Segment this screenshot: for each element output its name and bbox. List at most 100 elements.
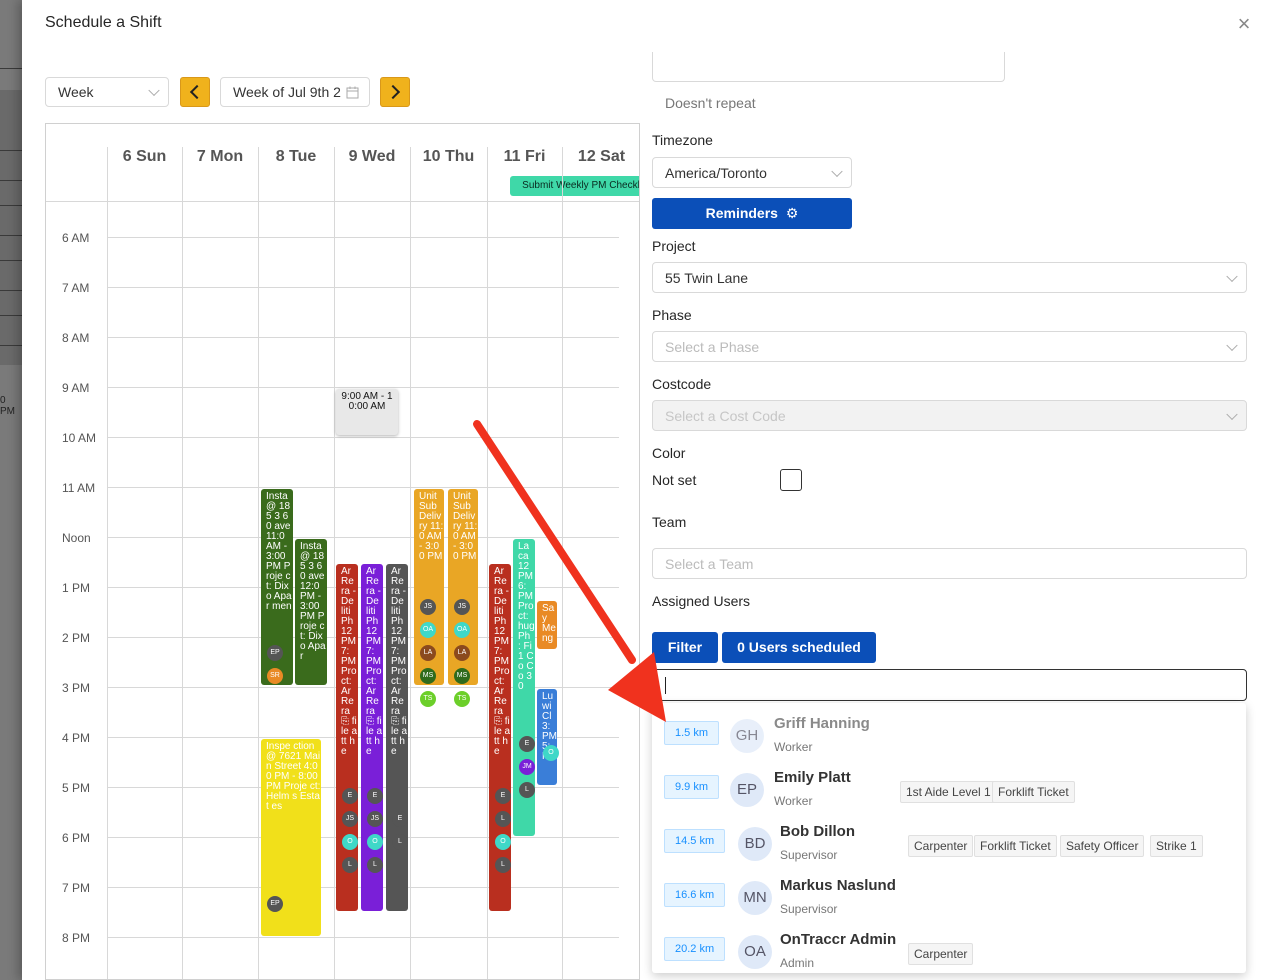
costcode-select[interactable]: Select a Cost Code	[652, 400, 1247, 431]
shift-event[interactable]: Insta @ 185 3 60 ave 12:0 PM - 3:00 PM P…	[295, 539, 327, 685]
avatar: GH	[730, 719, 764, 753]
shift-event-text: Insta @ 185 3 60 ave 11:0 AM - 3:00 PM P…	[266, 491, 292, 612]
avatar: TS	[454, 691, 470, 707]
filter-button[interactable]: Filter	[652, 632, 718, 663]
day-header[interactable]: 6 Sun	[107, 148, 182, 166]
avatar: O	[367, 834, 383, 850]
shift-event[interactable]: Sa y Me ng	[537, 601, 557, 649]
shift-event[interactable]: Lu wi Cl 3: PM 5: PM	[537, 689, 557, 785]
chevron-down-icon	[1226, 408, 1238, 420]
user-name: Emily Platt	[774, 769, 851, 786]
avatar: L	[495, 857, 511, 873]
hour-label: 11 AM	[62, 481, 96, 495]
hour-label: 7 PM	[62, 881, 91, 895]
repeat-select[interactable]	[652, 52, 1005, 82]
phase-select[interactable]: Select a Phase	[652, 331, 1247, 362]
shift-event-text: Sa y Me ng	[542, 603, 556, 644]
day-header[interactable]: 8 Tue	[258, 148, 334, 166]
hour-line	[107, 237, 619, 238]
timezone-label: Timezone	[652, 132, 713, 148]
color-swatch[interactable]	[780, 469, 802, 491]
hour-label: 1 PM	[62, 581, 91, 595]
avatar: O	[342, 834, 358, 850]
avatar: EP	[267, 896, 283, 912]
assigned-users-input[interactable]	[652, 669, 1247, 701]
avatar: SR	[267, 668, 283, 684]
prev-week-button[interactable]	[180, 77, 210, 107]
hour-line	[107, 287, 619, 288]
hour-line	[107, 537, 619, 538]
costcode-placeholder: Select a Cost Code	[665, 407, 786, 424]
day-column-divider	[182, 147, 183, 979]
shift-event[interactable]: 9:00 AM - 10:00 AM	[336, 389, 398, 435]
view-select[interactable]: Week	[45, 77, 169, 107]
hour-line	[107, 937, 619, 938]
avatar: JS	[454, 599, 470, 615]
avatar: E	[495, 788, 511, 804]
user-option[interactable]: 1.5 km GH Griff Hanning Worker	[652, 703, 1246, 757]
chevron-down-icon	[148, 84, 160, 97]
user-option[interactable]: 20.2 km OA OnTraccr Admin Admin Carpenter	[652, 919, 1246, 973]
day-header[interactable]: 9 Wed	[334, 148, 410, 166]
user-option[interactable]: 16.6 km MN Markus Naslund Supervisor	[652, 865, 1246, 919]
avatar: JM	[519, 759, 535, 775]
distance-badge: 9.9 km	[664, 775, 720, 799]
user-role: Supervisor	[780, 902, 838, 916]
hour-label: 7 AM	[62, 281, 90, 295]
distance-badge: 20.2 km	[664, 937, 726, 961]
avatar: O	[543, 745, 559, 761]
avatar: MS	[454, 668, 470, 684]
user-option[interactable]: 14.5 km BD Bob Dillon Supervisor Carpenter Fo…	[652, 811, 1246, 865]
user-role: Worker	[774, 740, 813, 754]
certification-tag: Strike 1	[1150, 835, 1203, 857]
certification-tag: Forklift Ticket	[974, 835, 1057, 857]
user-option[interactable]: 9.9 km EP Emily Platt Worker 1st Aide Level …	[652, 757, 1246, 811]
shift-event-text: Ar Re ra - De liti Ph 12 PM 7: PM Pro ct…	[494, 566, 511, 757]
avatar: BD	[738, 827, 772, 861]
avatar: E	[392, 811, 408, 827]
shift-event-text: La ca 12 PM 6: PM Pro ct: hug Ph : Fi 1 …	[518, 541, 535, 692]
team-select[interactable]: Select a Team	[652, 548, 1247, 579]
phase-placeholder: Select a Phase	[665, 338, 760, 355]
day-header[interactable]: 10 Thu	[410, 148, 487, 166]
avatar: E	[519, 736, 535, 752]
shift-event-text: Ar Re ra - De liti Ph 12 PM 7: PM Pro ct…	[391, 566, 408, 757]
next-week-button[interactable]	[380, 77, 410, 107]
team-label: Team	[652, 514, 687, 530]
avatar: JS	[342, 811, 358, 827]
color-label: Color	[652, 445, 686, 461]
avatar: LA	[420, 645, 436, 661]
shift-event-text: Unit Sub Deliv ry 11:0 AM - 3:00 PM	[453, 491, 478, 562]
avatar: L	[367, 857, 383, 873]
avatar: MN	[738, 881, 772, 915]
user-dropdown: 1.5 km GH Griff Hanning Worker 9.9 km EP Emily…	[652, 703, 1246, 973]
calendar-icon	[346, 86, 359, 99]
day-column-divider	[562, 147, 563, 979]
hour-label: 3 PM	[62, 681, 91, 695]
shift-event[interactable]: Ar Re ra - De liti Ph 12 PM 7: PM Pro ct…	[386, 564, 408, 911]
day-header[interactable]: 11 Fri	[487, 148, 562, 166]
reminders-label: Reminders	[705, 205, 778, 221]
hour-label: 4 PM	[62, 731, 91, 745]
shift-event-text: Inspe ction @ 7621 Main Street 4:00 PM -…	[266, 741, 321, 812]
day-column-divider	[487, 147, 488, 979]
week-picker[interactable]: Week of Jul 9th 2	[220, 77, 370, 107]
project-value: 55 Twin Lane	[665, 269, 749, 286]
hour-label: 2 PM	[62, 631, 91, 645]
avatar: O	[495, 834, 511, 850]
timezone-select[interactable]: America/Toronto	[652, 157, 852, 188]
chevron-down-icon	[1226, 270, 1238, 282]
avatar: L	[392, 834, 408, 850]
timezone-value: America/Toronto	[665, 164, 767, 181]
day-header[interactable]: 7 Mon	[182, 148, 258, 166]
phase-label: Phase	[652, 307, 692, 323]
certification-tag: 1st Aide Level 1	[900, 781, 997, 803]
day-header[interactable]: 12 Sat	[562, 148, 639, 166]
hour-label: 6 PM	[62, 831, 91, 845]
users-scheduled-button[interactable]: 0 Users scheduled	[722, 632, 876, 663]
reminders-button[interactable]: Reminders ⚙	[652, 198, 852, 229]
avatar: OA	[738, 935, 772, 969]
project-select[interactable]: 55 Twin Lane	[652, 262, 1247, 293]
user-role: Supervisor	[780, 848, 838, 862]
allday-event[interactable]: Submit Weekly PM Checklist	[510, 176, 639, 196]
